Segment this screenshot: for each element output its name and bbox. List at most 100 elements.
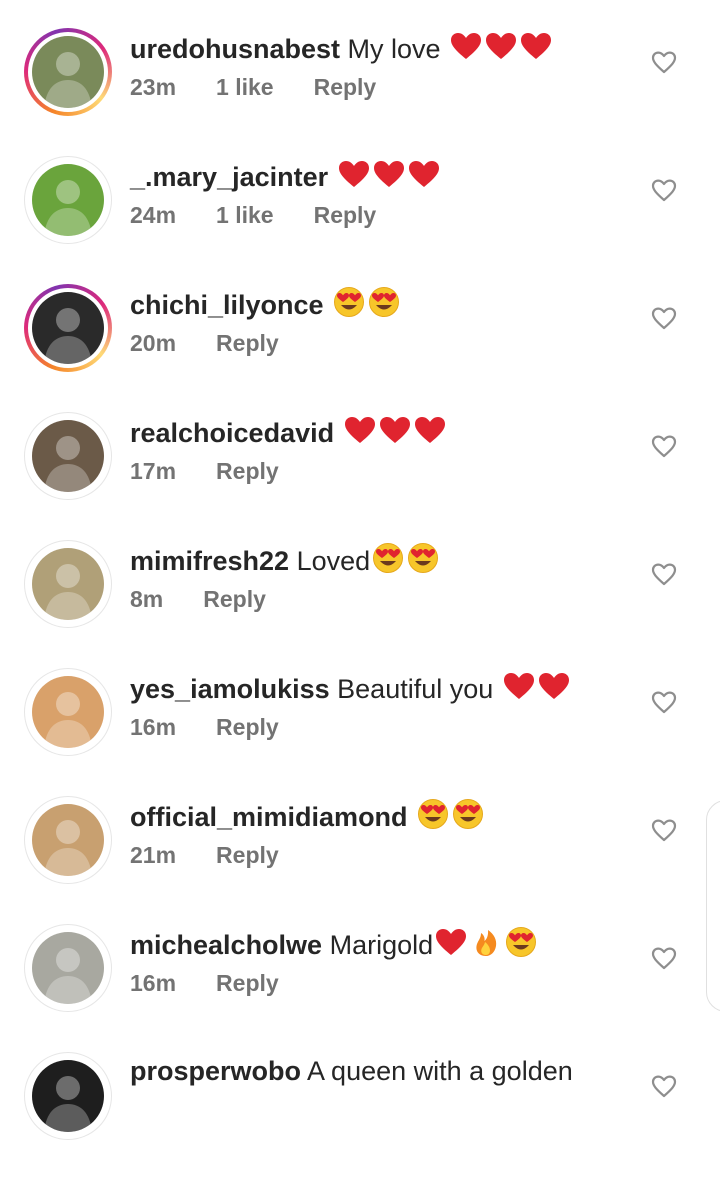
comment-time: 16m xyxy=(130,714,177,740)
heart-eyes-emoji xyxy=(406,542,440,574)
heart-emoji xyxy=(337,158,371,190)
heart-emoji xyxy=(449,30,483,62)
red-heart-emoji xyxy=(486,33,517,59)
comment-username[interactable]: _.mary_jacinter xyxy=(130,162,328,192)
heart-eyes-emoji xyxy=(418,799,449,829)
avatar-image xyxy=(32,676,104,748)
heart-emoji xyxy=(407,158,441,190)
comment-text: A queen with a golden xyxy=(307,1056,573,1086)
comment-username[interactable]: uredohusnabest xyxy=(130,34,340,64)
avatar[interactable] xyxy=(24,668,112,756)
fire-emoji xyxy=(469,926,503,958)
reply-button[interactable]: Reply xyxy=(314,202,377,228)
heart-outline-icon[interactable] xyxy=(650,688,678,716)
avatar-image xyxy=(32,932,104,1004)
avatar[interactable] xyxy=(24,1052,112,1140)
comment-emojis xyxy=(336,161,441,192)
comment-username[interactable]: yes_iamolukiss xyxy=(130,674,330,704)
heart-outline-icon[interactable] xyxy=(650,304,678,332)
heart-eyes-emoji xyxy=(334,287,365,317)
comment-time: 24m xyxy=(130,202,177,228)
heart-eyes-emoji xyxy=(408,543,439,573)
side-scroll-handle[interactable] xyxy=(706,800,720,1012)
avatar-image xyxy=(32,164,104,236)
comment-item: prosperwobo A queen with a golden xyxy=(0,1052,720,1180)
comment-time: 17m xyxy=(130,458,177,484)
red-heart-emoji xyxy=(344,417,375,443)
heart-eyes-emoji xyxy=(504,926,538,958)
reply-button[interactable]: Reply xyxy=(216,458,279,484)
heart-eyes-emoji xyxy=(451,798,485,830)
comments-list: uredohusnabest My love 23m 1 like Reply _.… xyxy=(0,0,720,1140)
comment-emojis xyxy=(501,673,571,704)
comment-username[interactable]: official_mimidiamond xyxy=(130,802,408,832)
heart-outline-icon[interactable] xyxy=(650,432,678,460)
avatar[interactable] xyxy=(24,796,112,884)
comment-emojis xyxy=(415,799,485,832)
avatar-image xyxy=(32,292,104,364)
heart-eyes-emoji xyxy=(373,543,404,573)
heart-eyes-emoji xyxy=(367,286,401,318)
red-heart-emoji xyxy=(436,929,467,955)
comment-username[interactable]: realchoicedavid xyxy=(130,418,334,448)
comment-time: 21m xyxy=(130,842,177,868)
comment-emojis xyxy=(342,417,447,448)
heart-outline-icon[interactable] xyxy=(650,1072,678,1100)
heart-emoji xyxy=(413,414,447,446)
comment-item: yes_iamolukiss Beautiful you 16m Reply xyxy=(0,668,720,796)
comment-item: official_mimidiamond 21m Reply xyxy=(0,796,720,924)
comment-username[interactable]: mimifresh22 xyxy=(130,546,289,576)
comment-username[interactable]: chichi_lilyonce xyxy=(130,290,324,320)
avatar[interactable] xyxy=(24,540,112,628)
reply-button[interactable]: Reply xyxy=(216,970,279,996)
comment-likes[interactable]: 1 like xyxy=(216,202,274,228)
red-heart-emoji xyxy=(503,673,534,699)
comment-time: 20m xyxy=(130,330,177,356)
avatar-image xyxy=(32,804,104,876)
red-heart-emoji xyxy=(338,161,369,187)
heart-emoji xyxy=(378,414,412,446)
comment-text: My love xyxy=(347,34,449,64)
red-heart-emoji xyxy=(373,161,404,187)
comment-emojis xyxy=(370,543,440,576)
comment-emojis xyxy=(433,927,538,960)
reply-button[interactable]: Reply xyxy=(216,330,279,356)
red-heart-emoji xyxy=(538,673,569,699)
heart-emoji xyxy=(484,30,518,62)
comment-username[interactable]: prosperwobo xyxy=(130,1056,301,1086)
avatar[interactable] xyxy=(24,924,112,1012)
reply-button[interactable]: Reply xyxy=(216,714,279,740)
comment-likes[interactable]: 1 like xyxy=(216,74,274,100)
comment-time: 23m xyxy=(130,74,177,100)
heart-emoji xyxy=(519,30,553,62)
reply-button[interactable]: Reply xyxy=(203,586,266,612)
red-heart-emoji xyxy=(379,417,410,443)
avatar[interactable] xyxy=(24,284,112,372)
heart-outline-icon[interactable] xyxy=(650,560,678,588)
avatar-image xyxy=(32,1060,104,1132)
reply-button[interactable]: Reply xyxy=(216,842,279,868)
comment-item: mimifresh22 Loved 8m Reply xyxy=(0,540,720,668)
heart-emoji xyxy=(372,158,406,190)
heart-eyes-emoji xyxy=(506,927,537,957)
heart-emoji xyxy=(343,414,377,446)
comment-item: michealcholwe Marigold 16m Reply xyxy=(0,924,720,1052)
avatar-image xyxy=(32,548,104,620)
heart-outline-icon[interactable] xyxy=(650,48,678,76)
reply-button[interactable]: Reply xyxy=(314,74,377,100)
avatar[interactable] xyxy=(24,28,112,116)
heart-emoji xyxy=(537,670,571,702)
fire-emoji xyxy=(476,930,497,956)
red-heart-emoji xyxy=(451,33,482,59)
heart-outline-icon[interactable] xyxy=(650,816,678,844)
heart-eyes-emoji xyxy=(332,286,366,318)
avatar[interactable] xyxy=(24,412,112,500)
comment-item: _.mary_jacinter 24m 1 like Reply xyxy=(0,156,720,284)
comment-item: uredohusnabest My love 23m 1 like Reply xyxy=(0,28,720,156)
comment-text: Marigold xyxy=(329,930,434,960)
avatar[interactable] xyxy=(24,156,112,244)
heart-outline-icon[interactable] xyxy=(650,944,678,972)
heart-outline-icon[interactable] xyxy=(650,176,678,204)
heart-eyes-emoji xyxy=(371,542,405,574)
comment-username[interactable]: michealcholwe xyxy=(130,930,322,960)
